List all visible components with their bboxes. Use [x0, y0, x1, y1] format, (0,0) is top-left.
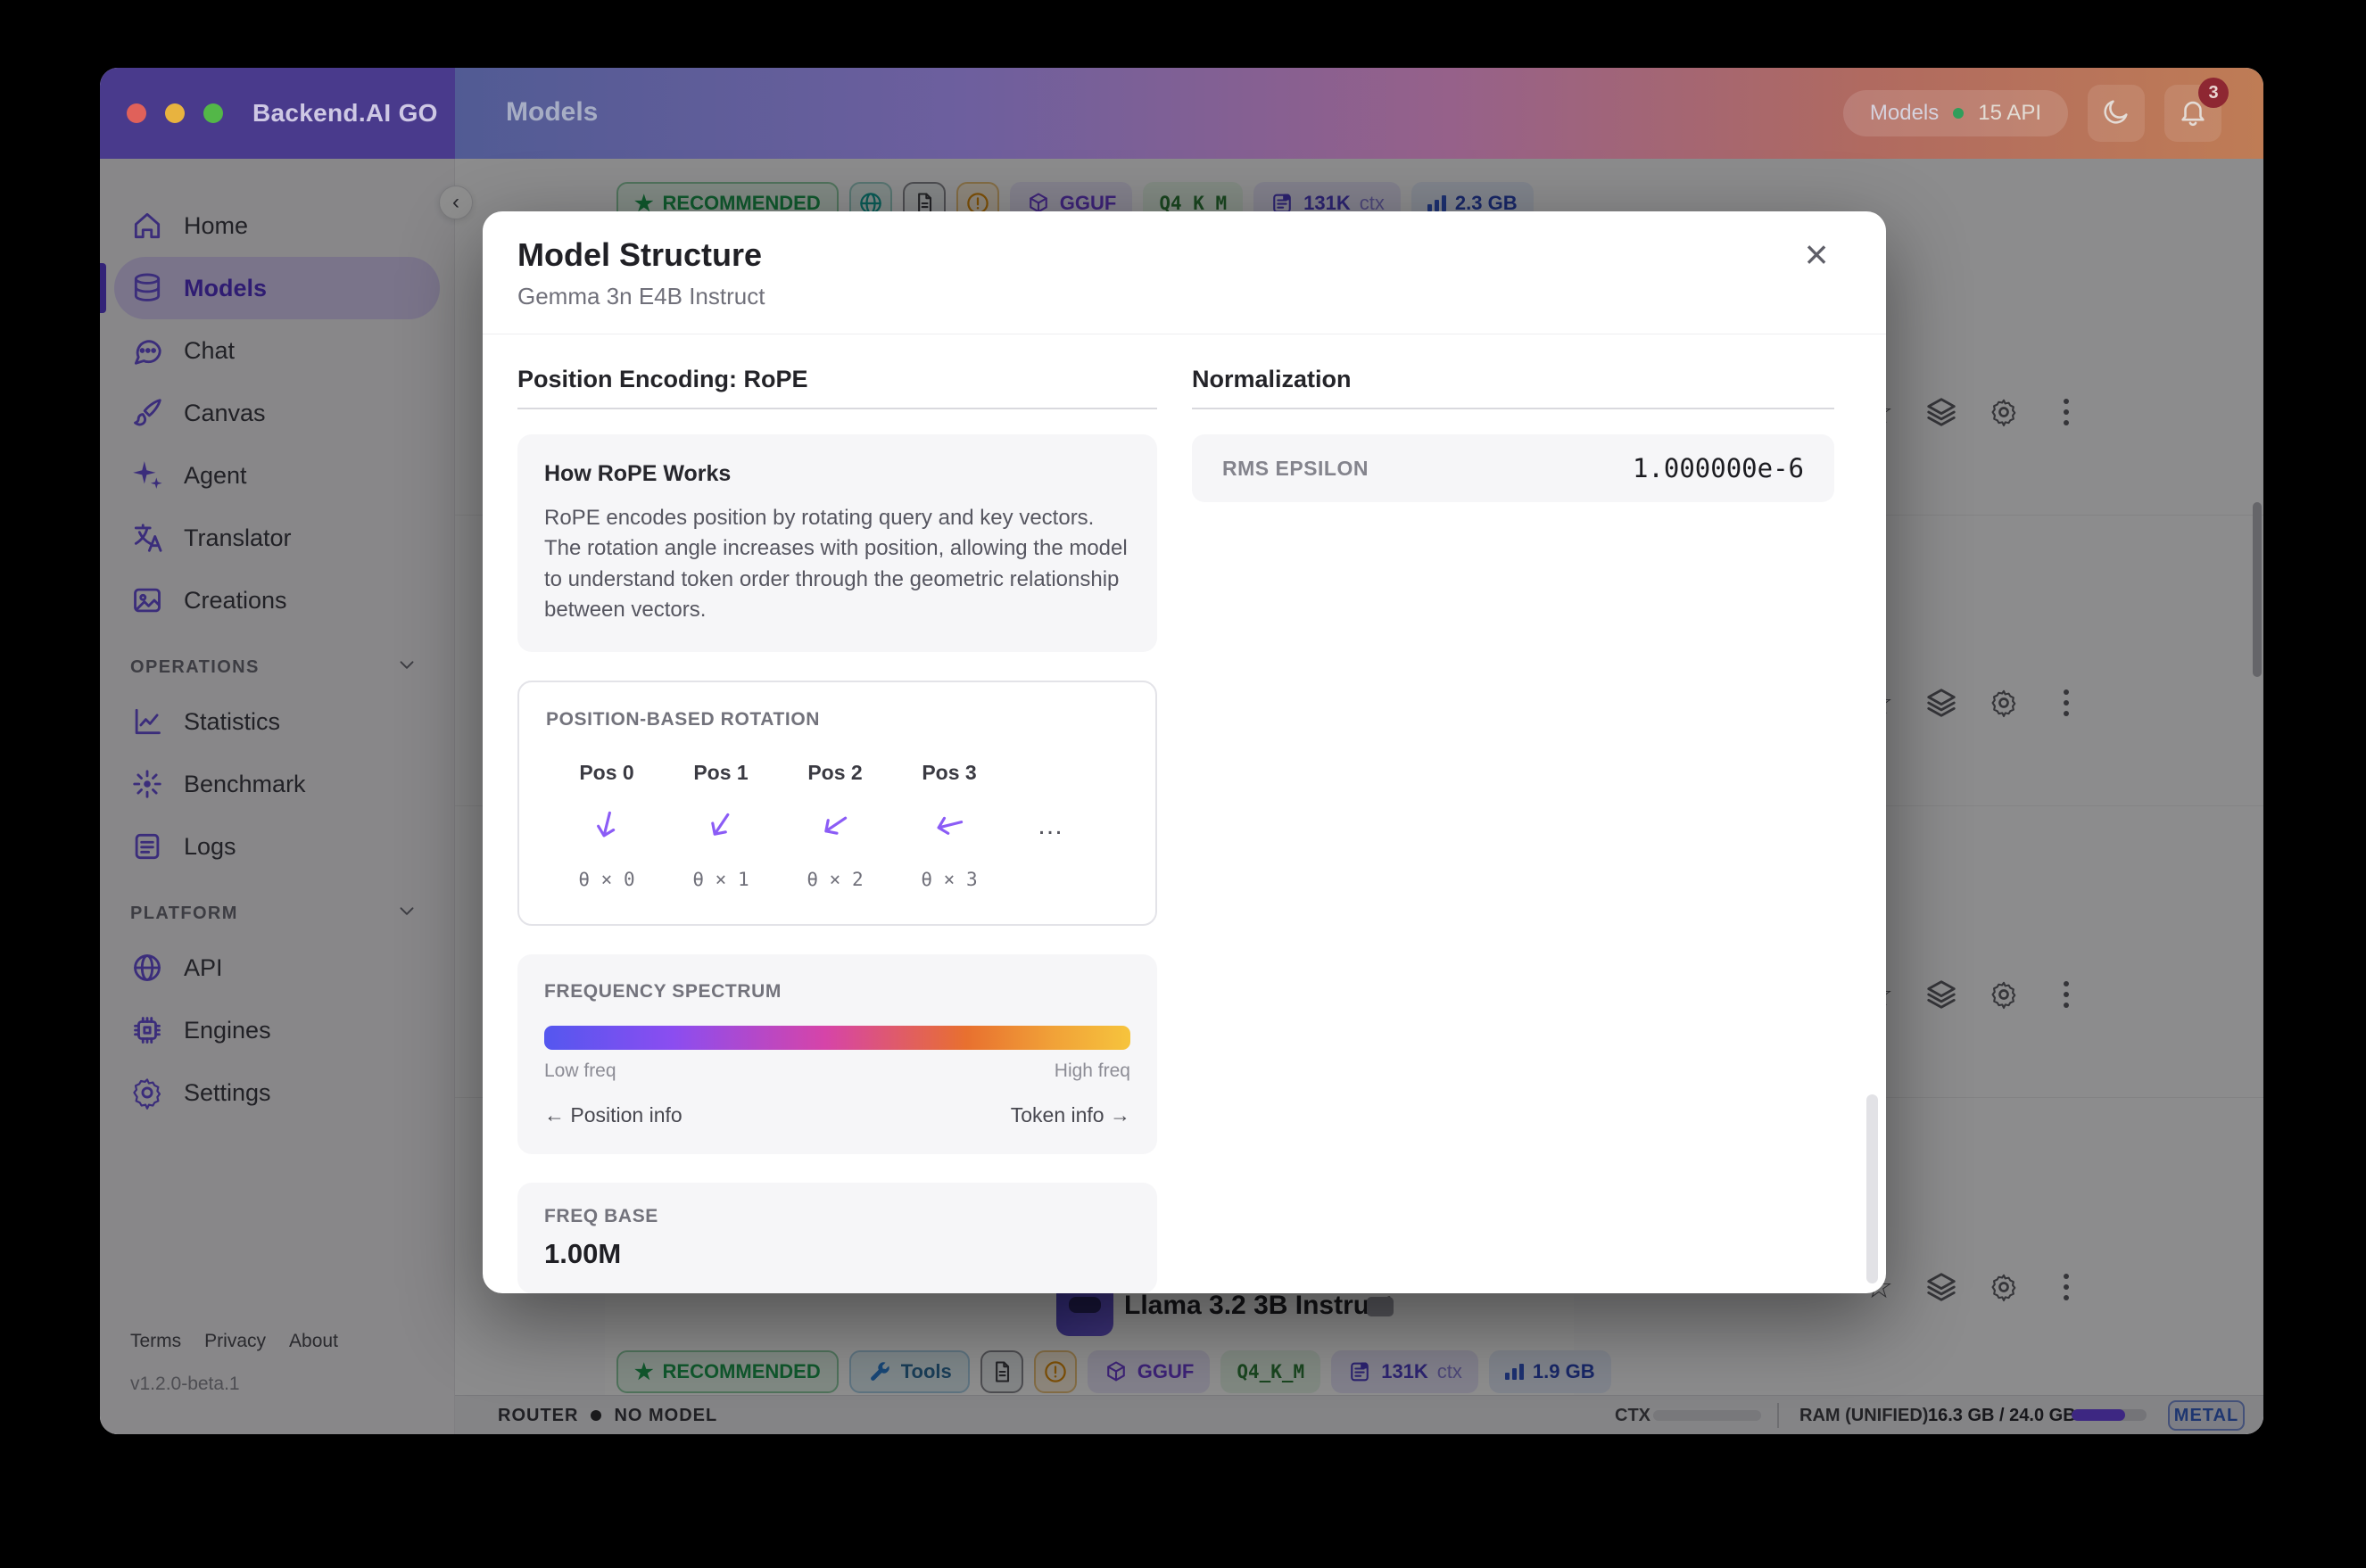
- position-rotation-card: POSITION-BASED ROTATION Pos 0 θ × 0 Pos …: [517, 681, 1157, 926]
- rotation-arrow-icon: [695, 799, 747, 851]
- rotation-arrow-icon: [584, 803, 630, 848]
- rotation-pos-3: Pos 3 θ × 3: [892, 761, 1006, 890]
- section-heading: Normalization: [1192, 366, 1834, 409]
- titlebar-brand-area: Backend.AI GO: [100, 68, 455, 159]
- position-info-label: ← Position info: [544, 1103, 682, 1127]
- card-body: RoPE encodes position by rotating query …: [544, 503, 1130, 625]
- modal-header: Model Structure Gemma 3n E4B Instruct ×: [483, 211, 1886, 334]
- titlebar-main: Models Models 15 API: [455, 68, 2263, 159]
- status-pill-app: Models: [1870, 101, 1939, 126]
- rms-epsilon-value: 1.000000e-6: [1633, 453, 1804, 483]
- token-info-label: Token info →: [1011, 1103, 1130, 1127]
- frequency-info-labels: ← Position info Token info →: [544, 1103, 1130, 1127]
- app-window: Backend.AI GO Models Models 15 API: [100, 68, 2263, 1434]
- page-title: Models: [506, 97, 598, 128]
- modal-scrollbar-thumb[interactable]: [1866, 1094, 1878, 1283]
- notification-badge: 3: [2198, 78, 2229, 108]
- rotation-pos-2: Pos 2 θ × 2: [778, 761, 892, 890]
- desktop-background: Backend.AI GO Models Models 15 API: [0, 0, 2366, 1568]
- frequency-scale-labels: Low freq High freq: [544, 1060, 1130, 1082]
- modal-title: Model Structure: [517, 236, 762, 274]
- rms-epsilon-label: RMS EPSILON: [1222, 457, 1369, 481]
- rotation-pos-1: Pos 1 θ × 1: [664, 761, 778, 890]
- status-pill-api: 15 API: [1978, 101, 2041, 126]
- card-label: POSITION-BASED ROTATION: [546, 709, 1129, 730]
- minimize-window-button[interactable]: [165, 103, 185, 123]
- app-brand: Backend.AI GO: [252, 99, 438, 128]
- position-encoding-section: Position Encoding: RoPE How RoPE Works R…: [517, 366, 1157, 1293]
- modal-subtitle: Gemma 3n E4B Instruct: [517, 283, 765, 310]
- close-icon[interactable]: ×: [1793, 231, 1840, 277]
- card-label: FREQ BASE: [544, 1206, 1130, 1227]
- card-label: FREQUENCY SPECTRUM: [544, 981, 1130, 1003]
- close-window-button[interactable]: [127, 103, 146, 123]
- notifications-button[interactable]: 3: [2164, 85, 2221, 142]
- how-rope-works-card: How RoPE Works RoPE encodes position by …: [517, 434, 1157, 652]
- rotation-arrow-icon: [927, 803, 972, 848]
- card-title: How RoPE Works: [544, 461, 1130, 487]
- rms-epsilon-row: RMS EPSILON 1.000000e-6: [1192, 434, 1834, 502]
- theme-toggle-button[interactable]: [2088, 85, 2145, 142]
- frequency-spectrum-card: FREQUENCY SPECTRUM Low freq High freq ← …: [517, 954, 1157, 1154]
- titlebar: Backend.AI GO Models Models 15 API: [100, 68, 2263, 159]
- zoom-window-button[interactable]: [203, 103, 223, 123]
- model-structure-modal: Model Structure Gemma 3n E4B Instruct × …: [483, 211, 1886, 1293]
- rotation-diagram: Pos 0 θ × 0 Pos 1 θ × 1 Pos: [546, 761, 1129, 897]
- high-freq-label: High freq: [1055, 1060, 1130, 1082]
- rotation-arrow-icon: [809, 799, 861, 851]
- moon-icon: [2101, 96, 2131, 131]
- section-heading: Position Encoding: RoPE: [517, 366, 1157, 409]
- titlebar-actions: Models 15 API: [1843, 68, 2221, 159]
- normalization-section: Normalization RMS EPSILON 1.000000e-6: [1192, 366, 1834, 502]
- ellipsis: …: [1037, 811, 1066, 841]
- low-freq-label: Low freq: [544, 1060, 616, 1082]
- rotation-pos-0: Pos 0 θ × 0: [550, 761, 664, 890]
- freq-base-card: FREQ BASE 1.00M: [517, 1183, 1157, 1293]
- freq-base-value: 1.00M: [544, 1238, 1130, 1270]
- model-status-pill[interactable]: Models 15 API: [1843, 90, 2068, 136]
- frequency-gradient-bar: [544, 1026, 1130, 1050]
- status-dot: [1953, 108, 1964, 119]
